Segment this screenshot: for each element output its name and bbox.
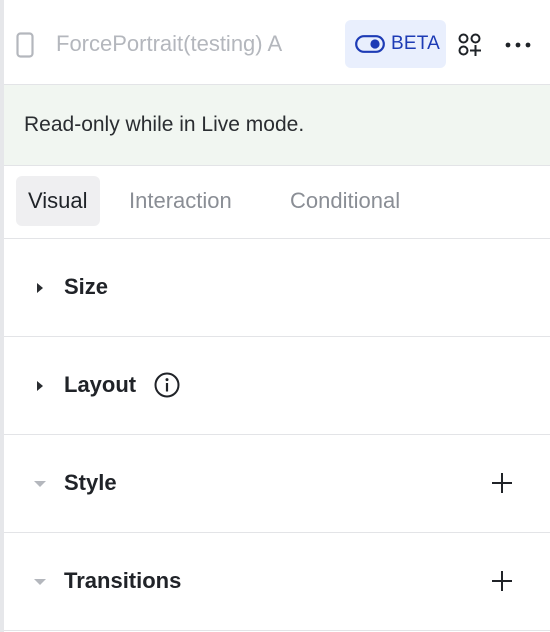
phone-outline-icon [16,32,34,58]
notice-text: Read-only while in Live mode. [24,113,305,136]
caret-right-icon [34,281,46,293]
plus-icon[interactable] [490,569,514,593]
tab-conditional[interactable]: Conditional [278,176,412,226]
section-layout-label: Layout [64,372,137,397]
panel-header: ForcePortrait(testing) A BETA [4,0,550,85]
section-style-label: Style [64,470,117,495]
toggle-icon [355,35,385,53]
section-layout[interactable]: Layout [4,337,550,435]
caret-right-icon [34,379,46,391]
plus-icon[interactable] [490,471,514,495]
section-size-label: Size [64,274,109,299]
section-transitions-label: Transitions [64,568,182,593]
section-style[interactable]: Style [4,435,550,533]
more-horizontal-icon[interactable] [505,36,531,54]
beta-toggle-button[interactable]: BETA [345,20,446,68]
caret-down-icon [34,477,46,489]
section-size[interactable]: Size [4,239,550,337]
tab-interaction[interactable]: Interaction [117,176,244,226]
tab-visual[interactable]: Visual [16,176,100,226]
live-mode-notice: Read-only while in Live mode. [4,85,550,166]
components-add-icon[interactable] [458,33,482,57]
tab-bar: Visual Interaction Conditional [4,166,550,239]
info-icon[interactable] [154,372,180,398]
caret-down-icon [34,575,46,587]
properties-panel: ForcePortrait(testing) A BETA Read-only … [4,0,550,632]
beta-label: BETA [391,33,441,54]
component-title: ForcePortrait(testing) A [56,31,283,56]
section-transitions[interactable]: Transitions [4,533,550,631]
